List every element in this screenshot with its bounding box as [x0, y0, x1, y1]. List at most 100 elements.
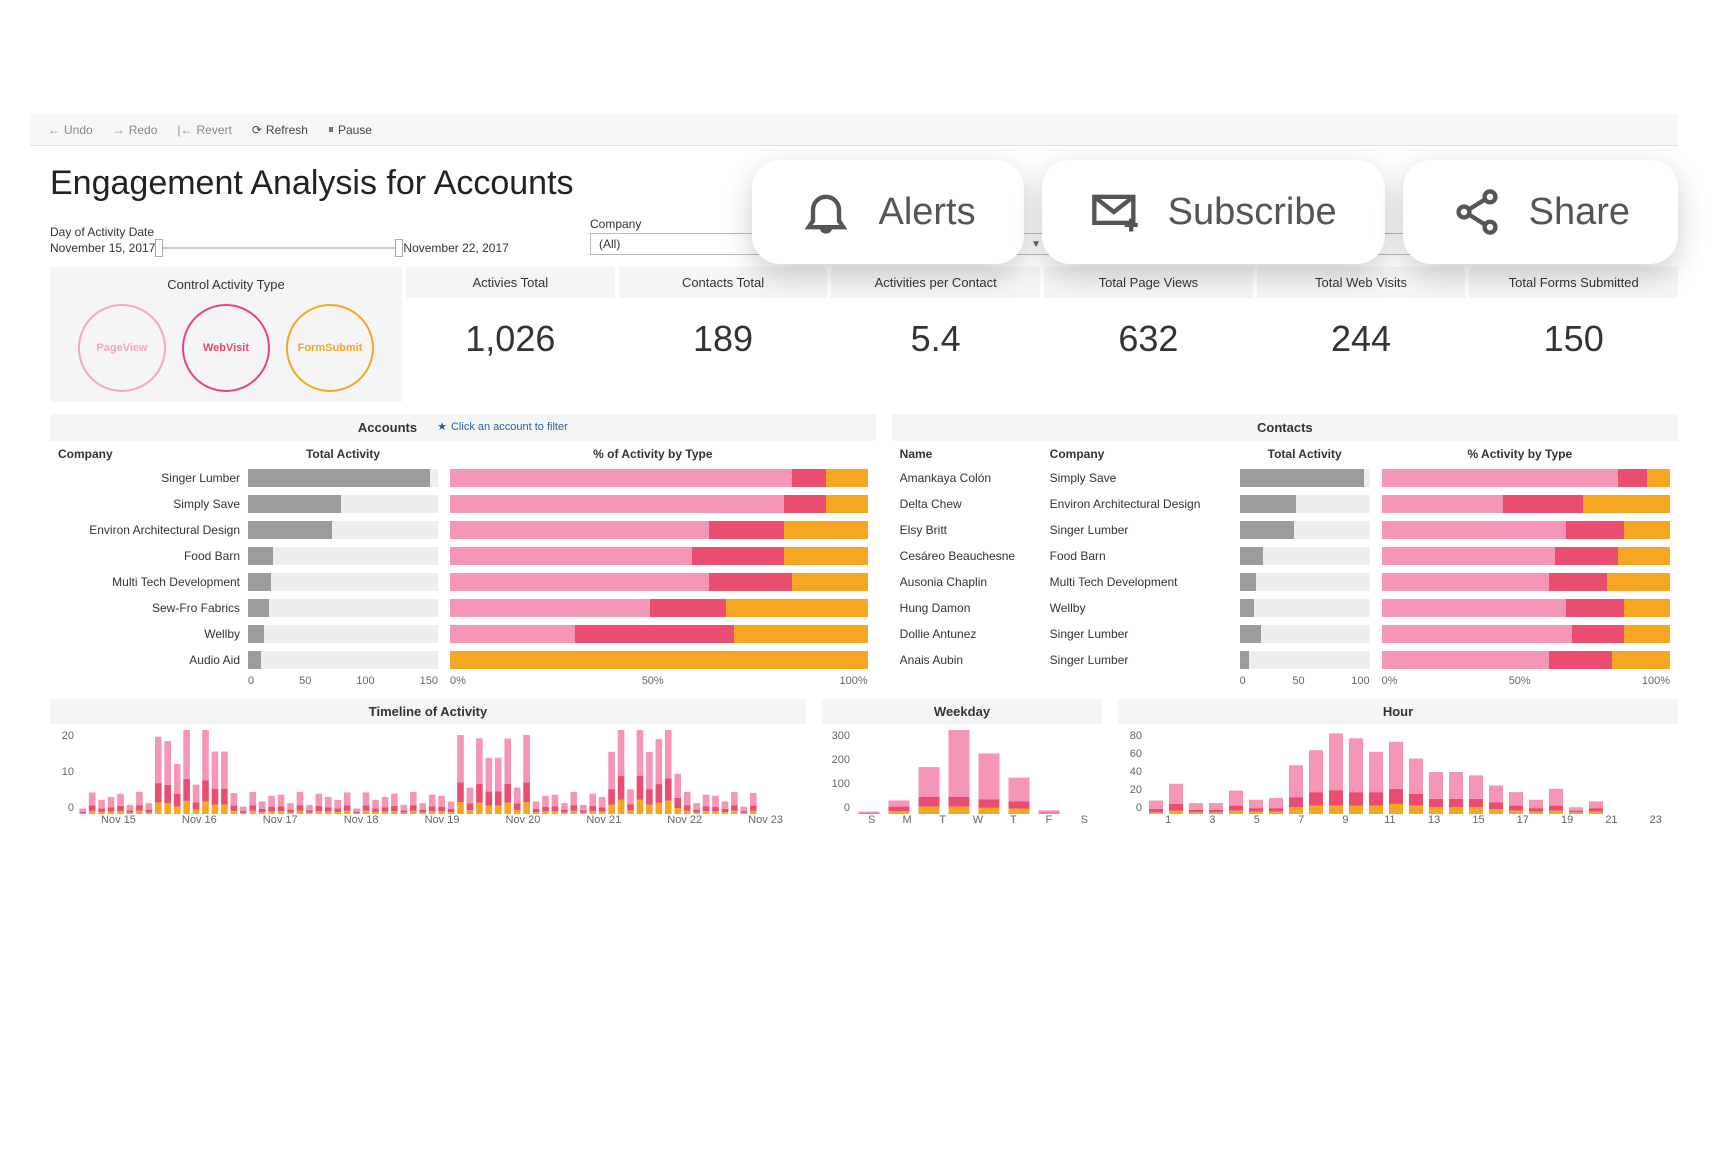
- formsubmit-toggle[interactable]: FormSubmit: [286, 304, 374, 392]
- share-label: Share: [1529, 191, 1630, 234]
- timeline-card: Timeline of Activity 20100 Nov 15Nov 16N…: [50, 699, 806, 826]
- activity-type-stack: [450, 469, 868, 487]
- hour-chart[interactable]: [1146, 730, 1606, 814]
- refresh-icon: ⟳: [252, 123, 262, 137]
- account-row[interactable]: Food Barn: [50, 545, 876, 567]
- total-activity-bar: [248, 573, 438, 591]
- pageview-toggle[interactable]: PageView: [78, 304, 166, 392]
- contact-row[interactable]: Hung Damon Wellby: [892, 597, 1678, 619]
- tables-row: Accounts Click an account to filter Compa…: [0, 402, 1728, 687]
- activity-type-stack: [1382, 469, 1670, 487]
- accounts-axis: 050100150 0%50%100%: [50, 675, 876, 687]
- alerts-label: Alerts: [878, 191, 975, 234]
- metric-3: Total Page Views632: [1044, 267, 1253, 402]
- weekday-card: Weekday 3002001000 SMTWTFS: [822, 699, 1102, 826]
- activity-type-stack: [1382, 651, 1670, 669]
- total-activity-bar: [1240, 625, 1370, 643]
- contact-row[interactable]: Anais Aubin Singer Lumber: [892, 649, 1678, 671]
- chevron-down-icon: ▼: [1031, 239, 1041, 250]
- accounts-title: Accounts: [358, 420, 417, 435]
- total-activity-bar: [248, 625, 438, 643]
- contact-row[interactable]: Cesáreo Beauchesne Food Barn: [892, 545, 1678, 567]
- accounts-hint: Click an account to filter: [437, 420, 568, 435]
- control-label: Control Activity Type: [60, 277, 392, 292]
- total-activity-bar: [1240, 469, 1370, 487]
- metric-1: Contacts Total189: [619, 267, 828, 402]
- contacts-header: Name Company Total Activity % Activity b…: [892, 447, 1678, 461]
- date-from: November 15, 2017: [50, 241, 155, 255]
- metric-0: Activies Total1,026: [406, 267, 615, 402]
- pause-icon: ⏸: [328, 122, 334, 137]
- activity-type-stack: [450, 573, 868, 591]
- activity-type-stack: [1382, 495, 1670, 513]
- bell-icon: [800, 186, 852, 238]
- contact-row[interactable]: Delta Chew Environ Architectural Design: [892, 493, 1678, 515]
- undo-button[interactable]: ←Undo: [38, 123, 103, 137]
- accounts-panel: Accounts Click an account to filter Compa…: [50, 414, 876, 687]
- total-activity-bar: [248, 547, 438, 565]
- date-label: Day of Activity Date: [50, 225, 550, 239]
- accounts-header: Company Total Activity % of Activity by …: [50, 447, 876, 461]
- account-row[interactable]: Wellby: [50, 623, 876, 645]
- activity-type-stack: [450, 651, 868, 669]
- share-button[interactable]: Share: [1403, 160, 1678, 264]
- account-row[interactable]: Environ Architectural Design: [50, 519, 876, 541]
- refresh-button[interactable]: ⟳Refresh: [242, 123, 318, 137]
- total-activity-bar: [248, 495, 438, 513]
- metric-2: Activities per Contact5.4: [831, 267, 1040, 402]
- total-activity-bar: [1240, 651, 1370, 669]
- activity-type-stack: [450, 547, 868, 565]
- contact-row[interactable]: Ausonia Chaplin Multi Tech Development: [892, 571, 1678, 593]
- contacts-axis: 050100 0%50%100%: [892, 675, 1678, 687]
- alerts-button[interactable]: Alerts: [752, 160, 1023, 264]
- hour-card: Hour 806040200 1357911131517192123: [1118, 699, 1678, 826]
- hour-title: Hour: [1118, 699, 1678, 724]
- total-activity-bar: [1240, 547, 1370, 565]
- revert-button[interactable]: |←Revert: [167, 123, 241, 137]
- contact-row[interactable]: Amankaya Colón Simply Save: [892, 467, 1678, 489]
- activity-type-stack: [1382, 573, 1670, 591]
- weekday-title: Weekday: [822, 699, 1102, 724]
- contact-row[interactable]: Elsy Britt Singer Lumber: [892, 519, 1678, 541]
- activity-type-stack: [1382, 625, 1670, 643]
- account-row[interactable]: Simply Save: [50, 493, 876, 515]
- metric-4: Total Web Visits244: [1257, 267, 1466, 402]
- share-icon: [1451, 186, 1503, 238]
- toolbar: ←Undo →Redo |←Revert ⟳Refresh ⏸Pause: [30, 114, 1678, 146]
- timeline-chart[interactable]: [78, 730, 758, 814]
- total-activity-bar: [248, 521, 438, 539]
- total-activity-bar: [248, 469, 438, 487]
- slider-handle-right[interactable]: [395, 239, 403, 257]
- total-activity-bar: [1240, 573, 1370, 591]
- bottom-charts: Timeline of Activity 20100 Nov 15Nov 16N…: [0, 687, 1728, 826]
- total-activity-bar: [248, 651, 438, 669]
- metric-5: Total Forms Submitted150: [1469, 267, 1678, 402]
- total-activity-bar: [1240, 521, 1370, 539]
- redo-button[interactable]: →Redo: [103, 123, 168, 137]
- undo-arrow-icon: ←: [48, 123, 60, 137]
- account-row[interactable]: Singer Lumber: [50, 467, 876, 489]
- subscribe-label: Subscribe: [1168, 191, 1337, 234]
- activity-type-stack: [450, 625, 868, 643]
- pause-button[interactable]: ⏸Pause: [318, 122, 382, 137]
- slider-track[interactable]: [159, 247, 399, 249]
- redo-arrow-icon: →: [113, 123, 125, 137]
- date-slider[interactable]: November 15, 2017 November 22, 2017: [50, 241, 550, 255]
- contact-row[interactable]: Dollie Antunez Singer Lumber: [892, 623, 1678, 645]
- metrics-row: Control Activity Type PageView WebVisit …: [0, 267, 1728, 402]
- control-activity-type: Control Activity Type PageView WebVisit …: [50, 267, 402, 402]
- activity-type-stack: [450, 495, 868, 513]
- account-row[interactable]: Multi Tech Development: [50, 571, 876, 593]
- total-activity-bar: [248, 599, 438, 617]
- total-activity-bar: [1240, 495, 1370, 513]
- webvisit-toggle[interactable]: WebVisit: [182, 304, 270, 392]
- account-row[interactable]: Sew-Fro Fabrics: [50, 597, 876, 619]
- mail-plus-icon: [1090, 186, 1142, 238]
- slider-handle-left[interactable]: [155, 239, 163, 257]
- weekday-chart[interactable]: [854, 730, 1064, 814]
- account-row[interactable]: Audio Aid: [50, 649, 876, 671]
- revert-icon: |←: [177, 123, 192, 137]
- subscribe-button[interactable]: Subscribe: [1042, 160, 1385, 264]
- timeline-title: Timeline of Activity: [50, 699, 806, 724]
- date-to: November 22, 2017: [403, 241, 508, 255]
